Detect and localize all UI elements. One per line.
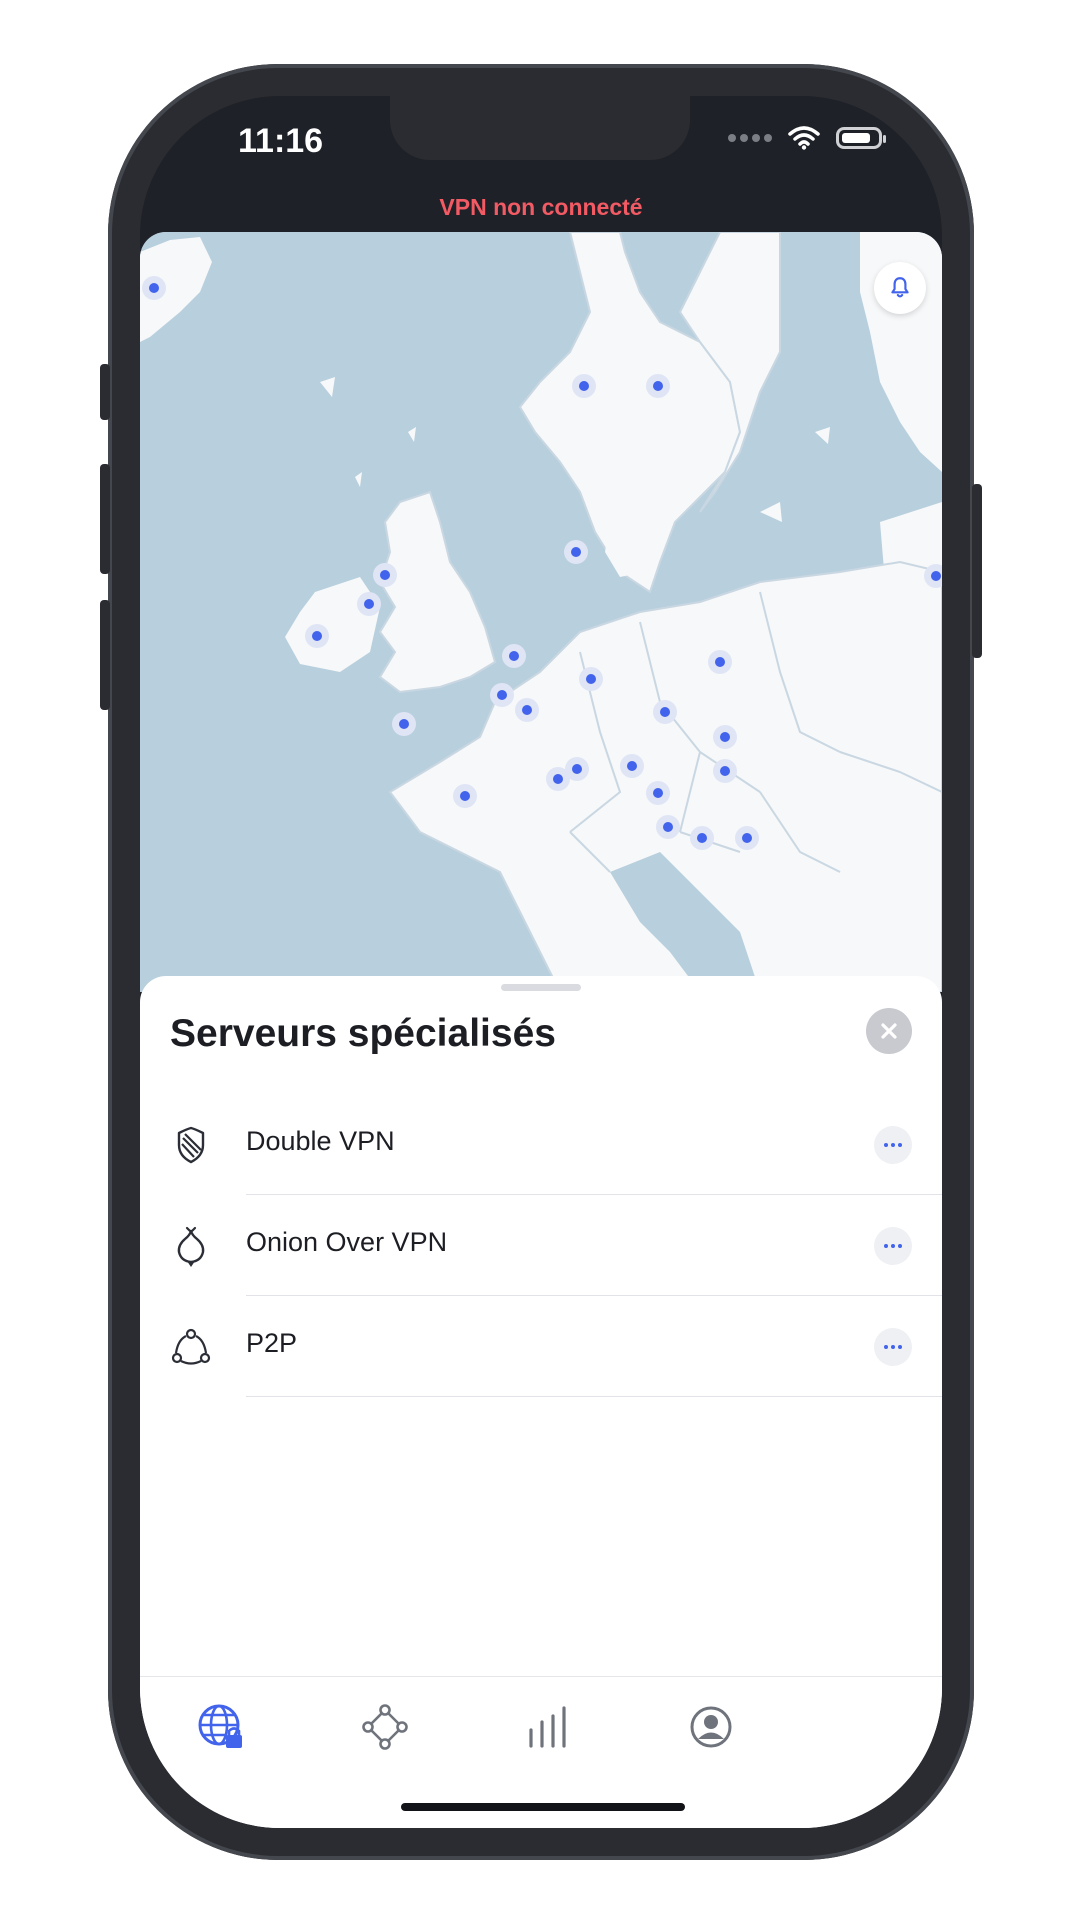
double-vpn-more-button[interactable] — [874, 1126, 912, 1164]
list-item-label: Double VPN — [246, 1126, 395, 1156]
server-pin-liechtenstein — [546, 767, 570, 791]
server-pin-latvia — [924, 564, 942, 588]
server-pin-austria — [620, 754, 644, 778]
server-pin-denmark — [564, 540, 588, 564]
phone-screen: 11:16 VPN non connecté Serveurs spéciali… — [140, 96, 942, 1828]
server-pin-slovakia — [713, 725, 737, 749]
phone-side-button-power — [972, 484, 982, 658]
sheet-grabber[interactable] — [501, 984, 581, 991]
phone-side-button-volume-up — [100, 464, 110, 574]
phone-side-button-volume-down — [100, 600, 110, 710]
server-pin-netherlands — [502, 644, 526, 668]
phone-side-button-silent — [100, 364, 110, 420]
specialty-server-list: Double VPN Onion Over VPN P2P — [140, 1094, 942, 1397]
meshnet-icon — [362, 1704, 408, 1750]
server-pin-france — [453, 784, 477, 808]
home-indicator[interactable] — [401, 1803, 685, 1811]
tab-profile[interactable] — [683, 1699, 739, 1755]
bell-icon — [891, 277, 909, 298]
stats-bars-icon — [529, 1706, 566, 1748]
notifications-button[interactable] — [874, 262, 926, 314]
list-item-double-vpn[interactable]: Double VPN — [140, 1094, 942, 1195]
tab-stats[interactable] — [520, 1699, 576, 1755]
server-pin-czechia — [653, 700, 677, 724]
server-pin-iceland — [142, 276, 166, 300]
tab-countries[interactable] — [193, 1699, 249, 1755]
server-pin-norway — [572, 374, 596, 398]
server-pin-hungary — [713, 759, 737, 783]
server-pin-bosnia — [690, 826, 714, 850]
cellular-signal-icon — [728, 134, 772, 142]
onion-icon — [177, 1226, 205, 1267]
onion-over-vpn-more-button[interactable] — [874, 1227, 912, 1265]
list-item-label: Onion Over VPN — [246, 1227, 448, 1257]
double-vpn-shield-icon — [177, 1126, 205, 1164]
page: 11:16 VPN non connecté Serveurs spéciali… — [0, 0, 1080, 1920]
status-time: 11:16 — [238, 122, 324, 160]
close-sheet-button[interactable] — [866, 1008, 912, 1054]
divider — [246, 1396, 942, 1397]
p2p-icon — [171, 1328, 211, 1365]
server-pin-jersey — [392, 712, 416, 736]
globe-lock-icon — [198, 1704, 242, 1748]
list-item-p2p[interactable]: P2P — [140, 1296, 942, 1397]
server-pin-belgium — [490, 683, 514, 707]
server-pin-uk — [357, 592, 381, 616]
tab-meshnet[interactable] — [357, 1699, 413, 1755]
server-pin-slovenia — [646, 781, 670, 805]
close-icon — [881, 1023, 897, 1039]
server-pin-luxembourg — [515, 698, 539, 722]
server-map[interactable] — [140, 232, 942, 992]
battery-icon — [836, 127, 886, 149]
status-icons — [728, 126, 886, 150]
profile-icon — [690, 1706, 732, 1748]
server-markers — [142, 276, 942, 850]
server-pin-germany — [579, 667, 603, 691]
p2p-more-button[interactable] — [874, 1328, 912, 1366]
wifi-icon — [788, 126, 820, 150]
server-pin-ireland — [305, 624, 329, 648]
server-pin-serbia — [735, 826, 759, 850]
sheet-title: Serveurs spécialisés — [170, 1012, 556, 1055]
server-pin-poland — [708, 650, 732, 674]
list-item-label: P2P — [246, 1328, 298, 1358]
list-item-onion-over-vpn[interactable]: Onion Over VPN — [140, 1195, 942, 1296]
vpn-status-text: VPN non connecté — [439, 194, 643, 220]
notch — [390, 96, 690, 160]
server-pin-uk-north — [373, 563, 397, 587]
server-pin-croatia — [656, 815, 680, 839]
server-pin-sweden — [646, 374, 670, 398]
